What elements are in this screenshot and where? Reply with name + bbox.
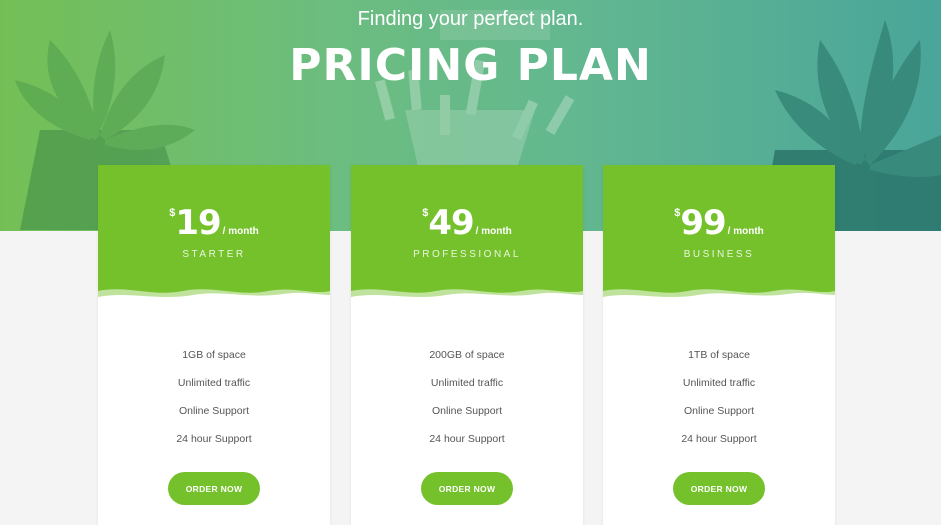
feature-list: 200GB of space Unlimited traffic Online … [351,348,583,460]
hero-subtitle: Finding your perfect plan. [357,8,584,30]
feature-item: Unlimited traffic [682,377,756,389]
feature-item: Online Support [178,405,250,417]
price-display: $49/ month [351,203,583,243]
plan-card-business: $99/ month BUSINESS 1TB of space Unlimit… [603,165,835,525]
feature-item: 24 hour Support [176,433,252,445]
plan-name: STARTER [182,249,246,260]
wave-divider [603,289,835,305]
wave-divider [351,289,583,305]
price-period: / month [727,226,764,237]
order-now-button-starter[interactable]: ORDER NOW [168,472,260,505]
feature-item: Online Support [683,405,755,417]
feature-list: 1GB of space Unlimited traffic Online Su… [98,348,330,460]
plan-card-header: $99/ month BUSINESS [603,165,835,305]
price-amount: 49 [428,203,474,243]
feature-item: 24 hour Support [429,433,505,445]
price-period: / month [222,226,259,237]
plan-name: BUSINESS [683,249,755,260]
price-amount: 99 [680,203,726,243]
feature-item: 200GB of space [429,349,505,361]
plan-card-professional: $49/ month PROFESSIONAL 200GB of space U… [351,165,583,525]
feature-item: 24 hour Support [681,433,757,445]
plan-card-header: $49/ month PROFESSIONAL [351,165,583,305]
feature-list: 1TB of space Unlimited traffic Online Su… [603,348,835,460]
price-period: / month [475,226,512,237]
order-now-button-business[interactable]: ORDER NOW [673,472,765,505]
price-display: $99/ month [603,203,835,243]
feature-item: Unlimited traffic [430,377,504,389]
plan-card-starter: $19/ month STARTER 1GB of space Unlimite… [98,165,330,525]
wave-divider [98,289,330,305]
plan-name: PROFESSIONAL [413,249,521,260]
page-title: PRICING PLAN [289,40,652,91]
order-now-button-professional[interactable]: ORDER NOW [421,472,513,505]
feature-item: 1GB of space [182,349,246,361]
feature-item: Unlimited traffic [177,377,251,389]
price-display: $19/ month [98,203,330,243]
feature-item: 1TB of space [688,349,750,361]
price-amount: 19 [175,203,221,243]
center-tubes-decoration [374,10,575,175]
feature-item: Online Support [431,405,503,417]
plan-card-header: $19/ month STARTER [98,165,330,305]
